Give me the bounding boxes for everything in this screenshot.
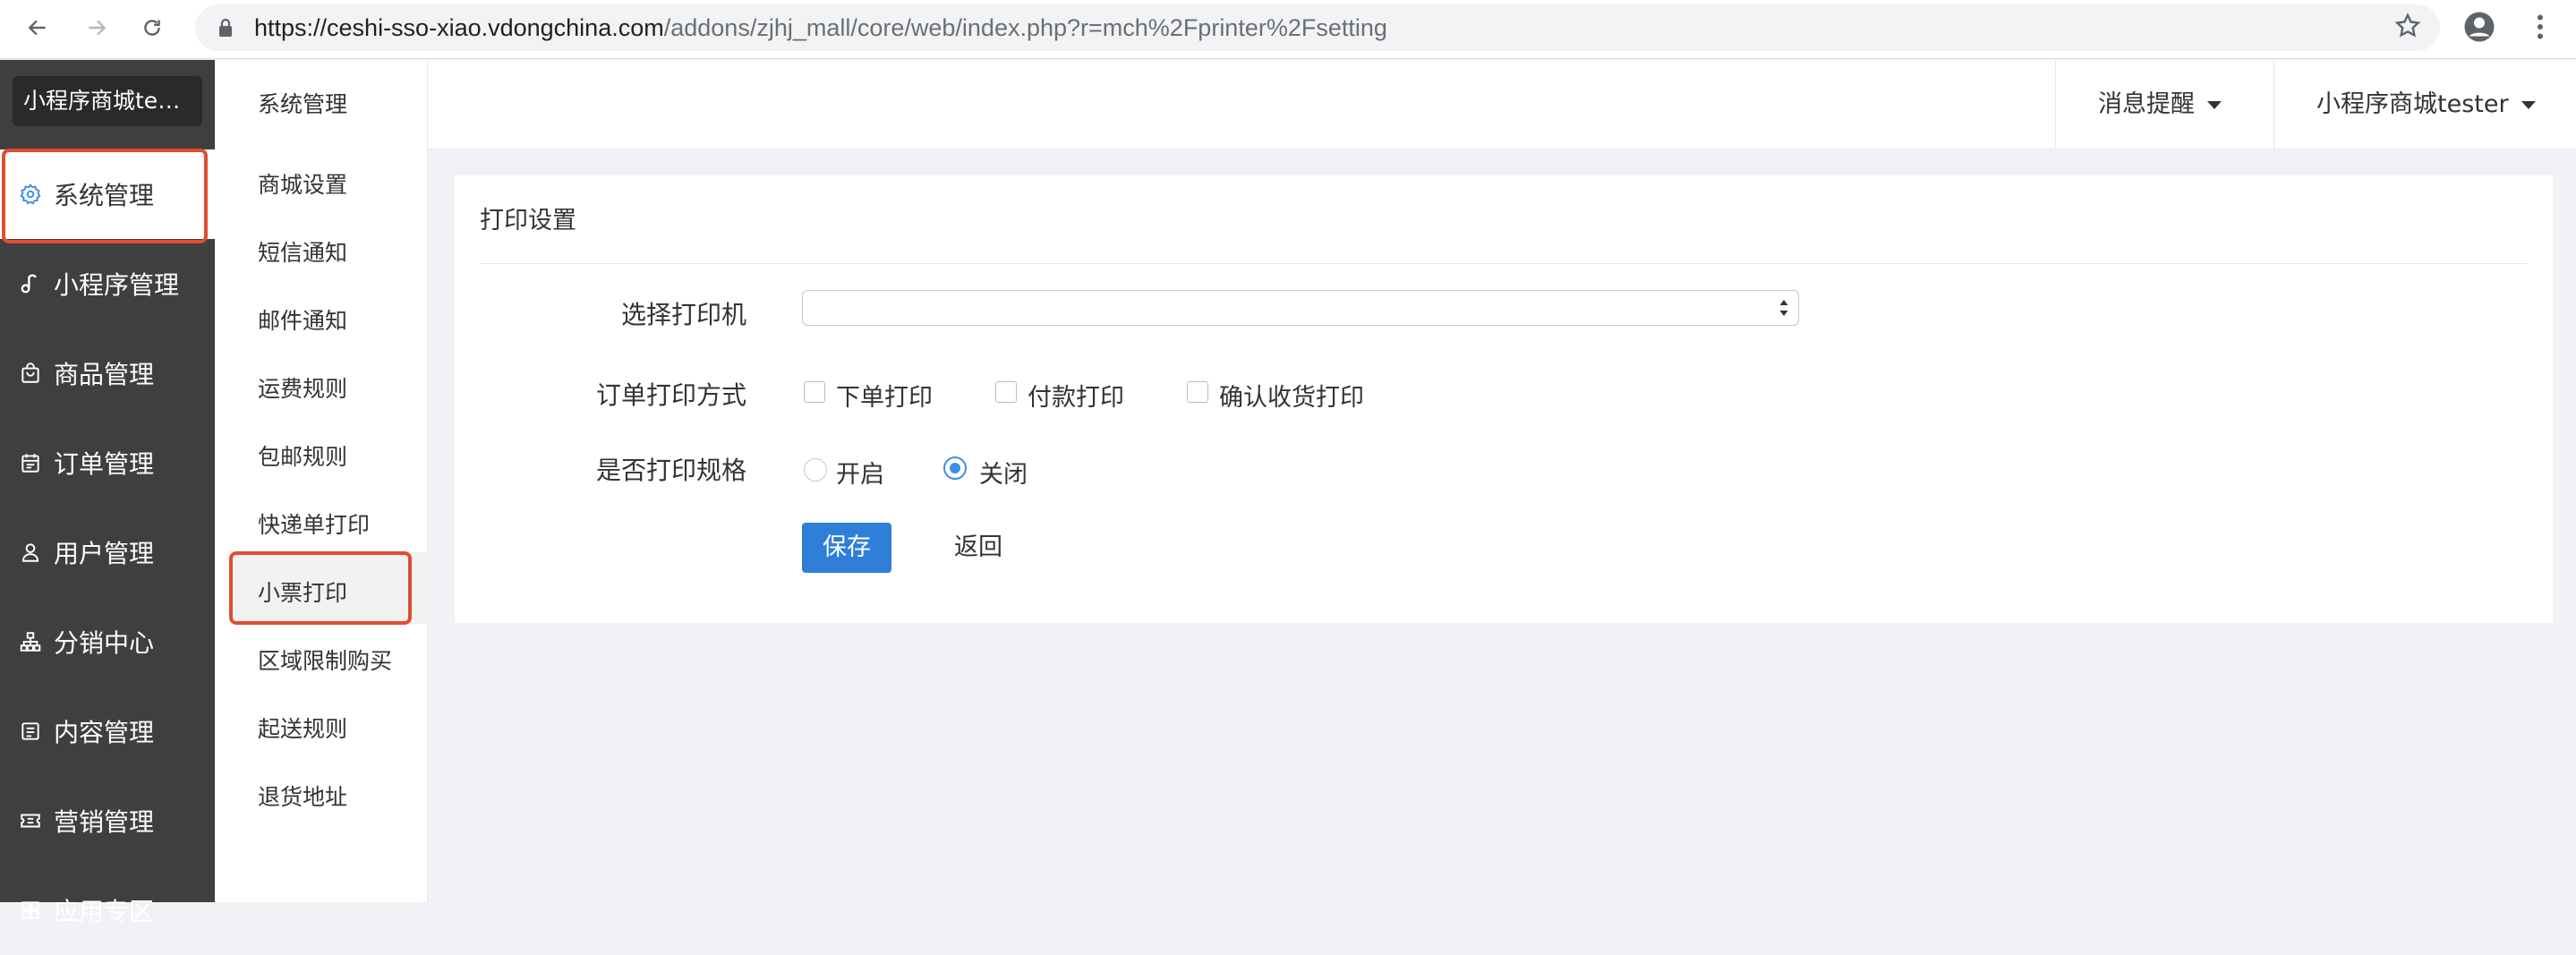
select-arrows-icon bbox=[1779, 300, 1788, 316]
browser-toolbar: https://ceshi-sso-xiao.vdongchina.com/ad… bbox=[0, 0, 2576, 59]
highlight-box-system bbox=[2, 149, 208, 243]
sidebar-item-label: 营销管理 bbox=[54, 807, 155, 837]
user-label: 小程序商城tester bbox=[2316, 90, 2509, 118]
apps-icon bbox=[18, 898, 43, 923]
submenu-item-email[interactable]: 邮件通知 bbox=[258, 303, 347, 336]
option-off[interactable]: 关闭 bbox=[979, 455, 1028, 490]
back-arrow-icon[interactable] bbox=[21, 12, 54, 44]
save-button[interactable]: 保存 bbox=[802, 523, 891, 573]
printer-label: 选择打印机 bbox=[621, 300, 747, 329]
caret-down-icon bbox=[2521, 101, 2536, 109]
printer-select[interactable] bbox=[802, 290, 1799, 326]
back-button[interactable]: 返回 bbox=[954, 523, 1002, 573]
sidebar-item-label: 内容管理 bbox=[54, 718, 155, 747]
top-header: 消息提醒 小程序商城tester bbox=[428, 60, 2576, 149]
sidebar-item-label: 小程序管理 bbox=[54, 270, 180, 300]
account-icon[interactable] bbox=[2463, 11, 2495, 43]
divider bbox=[2055, 60, 2056, 149]
submenu-title: 系统管理 bbox=[258, 91, 348, 117]
submenu-item-free-shipping[interactable]: 包邮规则 bbox=[258, 439, 347, 472]
reload-icon[interactable] bbox=[136, 12, 168, 44]
sidebar-item-label: 应用专区 bbox=[54, 897, 155, 926]
submenu-item-min-delivery[interactable]: 起送规则 bbox=[258, 712, 347, 744]
url-text: https://ceshi-sso-xiao.vdongchina.com/ad… bbox=[254, 14, 1387, 41]
print-spec-label: 是否打印规格 bbox=[596, 456, 747, 485]
highlight-box-receipt-print bbox=[229, 551, 412, 625]
divider bbox=[480, 263, 2528, 264]
sidebar-item-orders[interactable]: 订单管理 bbox=[0, 418, 215, 507]
print-mode-label: 订单打印方式 bbox=[596, 380, 747, 410]
sidebar-item-label: 商品管理 bbox=[54, 360, 155, 389]
submenu-item-mall-settings[interactable]: 商城设置 bbox=[258, 167, 347, 200]
card-title: 打印设置 bbox=[480, 207, 576, 234]
divider bbox=[2273, 60, 2274, 149]
music-note-icon bbox=[18, 271, 43, 296]
option-on[interactable]: 开启 bbox=[836, 455, 884, 490]
sidebar-item-apps[interactable]: 应用专区 bbox=[0, 865, 215, 955]
submenu-panel: 系统管理 商城设置 短信通知 邮件通知 运费规则 包邮规则 快递单打印 小票打印… bbox=[215, 60, 428, 902]
option-payment[interactable]: 付款打印 bbox=[1028, 378, 1124, 413]
caret-down-icon bbox=[2207, 101, 2222, 109]
messages-label: 消息提醒 bbox=[2098, 90, 2195, 118]
sidebar-item-marketing[interactable]: 营销管理 bbox=[0, 776, 215, 865]
sidebar-item-content[interactable]: 内容管理 bbox=[0, 686, 215, 776]
bookmark-star-icon[interactable] bbox=[2393, 12, 2422, 40]
forward-arrow-icon[interactable] bbox=[81, 12, 113, 44]
submenu-item-sms[interactable]: 短信通知 bbox=[258, 235, 347, 268]
submenu-item-return-address[interactable]: 退货地址 bbox=[258, 780, 347, 812]
sidebar-item-users[interactable]: 用户管理 bbox=[0, 507, 215, 597]
messages-dropdown[interactable]: 消息提醒 bbox=[2098, 60, 2222, 149]
print-settings-card: 打印设置 选择打印机 订单打印方式 下单打印 付款打印 确认收货打印 是否打印规… bbox=[455, 175, 2553, 623]
sidebar-item-miniprogram[interactable]: 小程序管理 bbox=[0, 239, 215, 328]
sidebar-item-label: 用户管理 bbox=[54, 539, 155, 568]
checkbox-place-order[interactable] bbox=[804, 381, 825, 403]
sidebar-item-label: 分销中心 bbox=[54, 628, 155, 658]
calendar-icon bbox=[18, 450, 43, 475]
lock-icon bbox=[219, 18, 232, 37]
menu-kebab-icon[interactable] bbox=[2524, 11, 2556, 43]
network-icon bbox=[18, 629, 43, 654]
submenu-item-region-limit[interactable]: 区域限制购买 bbox=[258, 644, 392, 676]
sidebar-item-distribution[interactable]: 分销中心 bbox=[0, 597, 215, 686]
user-dropdown[interactable]: 小程序商城tester bbox=[2316, 60, 2536, 149]
shopping-bag-icon bbox=[18, 361, 43, 386]
checkbox-confirm-receipt[interactable] bbox=[1187, 381, 1208, 403]
radio-off[interactable] bbox=[943, 456, 967, 480]
option-place-order[interactable]: 下单打印 bbox=[836, 378, 933, 413]
ticket-icon bbox=[18, 808, 43, 833]
address-bar[interactable]: https://ceshi-sso-xiao.vdongchina.com/ad… bbox=[195, 4, 2440, 51]
document-icon bbox=[18, 719, 43, 744]
submenu-item-waybill-print[interactable]: 快递单打印 bbox=[258, 507, 370, 540]
sidebar-item-goods[interactable]: 商品管理 bbox=[0, 328, 215, 418]
option-confirm-receipt[interactable]: 确认收货打印 bbox=[1219, 378, 1364, 413]
sidebar-item-label: 订单管理 bbox=[54, 449, 155, 479]
checkbox-payment[interactable] bbox=[995, 381, 1017, 403]
submenu-item-freight[interactable]: 运费规则 bbox=[258, 371, 347, 404]
user-icon bbox=[18, 540, 43, 565]
brand-name[interactable]: 小程序商城tester bbox=[13, 76, 202, 126]
radio-on[interactable] bbox=[804, 458, 827, 482]
